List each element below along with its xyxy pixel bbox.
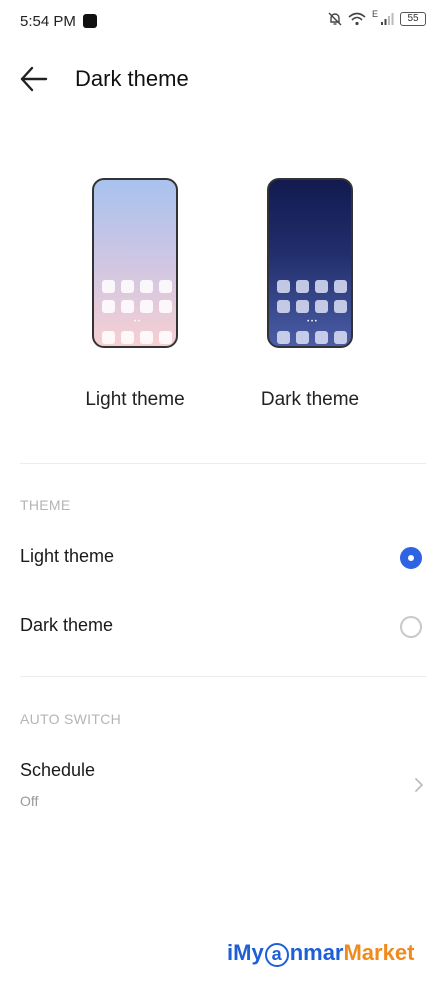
app-tile xyxy=(296,300,309,313)
status-time: 5:54 PM xyxy=(20,13,76,30)
app-grid: • • • xyxy=(277,280,347,344)
schedule-label: Schedule xyxy=(20,760,96,780)
light-theme-option-label: Light theme xyxy=(20,546,115,566)
schedule-value: Off xyxy=(20,793,39,809)
page-title: Dark theme xyxy=(75,66,189,91)
watermark-part: a xyxy=(264,943,289,967)
app-tile xyxy=(296,331,309,344)
app-tile xyxy=(102,280,115,293)
light-theme-radio[interactable] xyxy=(400,547,422,569)
app-tile xyxy=(277,300,290,313)
light-theme-preview-label[interactable]: Light theme xyxy=(55,389,215,411)
back-arrow-icon[interactable] xyxy=(18,64,50,94)
page-dots: • • • xyxy=(307,319,317,325)
app-grid: • • xyxy=(102,280,172,344)
wifi-icon xyxy=(348,12,366,26)
app-tile xyxy=(296,280,309,293)
watermark-part: nmar xyxy=(289,940,344,965)
app-tile xyxy=(334,280,347,293)
bell-off-icon xyxy=(328,12,342,26)
app-tile xyxy=(159,300,172,313)
page-dots: • • xyxy=(134,319,140,325)
theme-section-header: THEME xyxy=(20,497,71,513)
signal-icon xyxy=(381,13,394,25)
watermark-part: Market xyxy=(343,940,415,965)
chevron-right-icon xyxy=(415,778,423,792)
dark-theme-option[interactable]: Dark theme xyxy=(0,599,446,655)
app-bar: Dark theme xyxy=(0,54,446,104)
app-tile xyxy=(159,331,172,344)
light-theme-option[interactable]: Light theme xyxy=(0,530,446,586)
network-type-label: E xyxy=(371,9,378,19)
watermark-logo: iMy a nmarMarket xyxy=(227,940,414,967)
dark-theme-preview-label[interactable]: Dark theme xyxy=(230,389,390,411)
light-theme-preview[interactable]: • • xyxy=(92,178,178,348)
dark-theme-radio[interactable] xyxy=(400,616,422,638)
app-tile xyxy=(277,331,290,344)
notification-app-icon xyxy=(83,14,97,28)
auto-switch-section-header: AUTO SWITCH xyxy=(20,711,122,727)
app-tile xyxy=(140,331,153,344)
watermark-part: iMy xyxy=(227,940,264,965)
app-tile xyxy=(334,331,347,344)
app-tile xyxy=(277,280,290,293)
divider xyxy=(20,676,426,677)
battery-icon: 55 xyxy=(400,12,426,26)
app-tile xyxy=(315,331,328,344)
status-bar: 5:54 PM E 55 xyxy=(0,0,446,44)
app-tile xyxy=(315,300,328,313)
dark-theme-preview[interactable]: • • • xyxy=(267,178,353,348)
app-tile xyxy=(140,280,153,293)
app-tile xyxy=(121,331,134,344)
status-icons: E 55 xyxy=(328,9,426,26)
app-tile xyxy=(102,300,115,313)
app-tile xyxy=(121,300,134,313)
app-tile xyxy=(102,331,115,344)
dark-theme-option-label: Dark theme xyxy=(20,615,114,635)
app-tile xyxy=(121,280,134,293)
app-tile xyxy=(334,300,347,313)
app-tile xyxy=(140,300,153,313)
app-tile xyxy=(315,280,328,293)
app-tile xyxy=(159,280,172,293)
divider xyxy=(20,463,426,464)
